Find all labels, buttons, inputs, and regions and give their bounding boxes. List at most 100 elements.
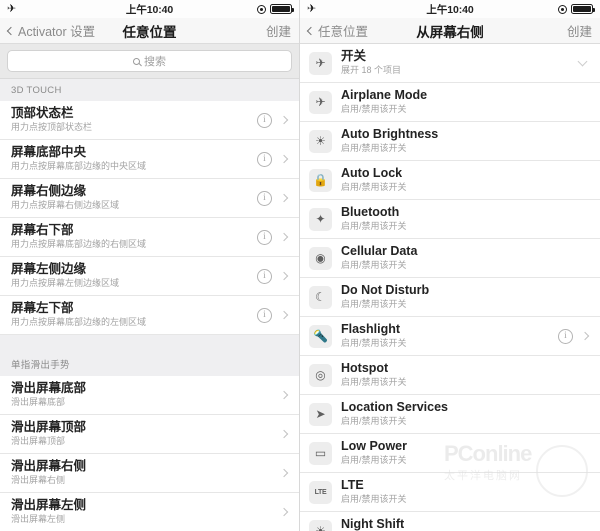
search-input[interactable]: 搜索 [7, 50, 292, 72]
list-item[interactable]: ☀ Night Shift启用/禁用该开关 [300, 512, 600, 531]
moon-icon: ☾ [309, 285, 332, 309]
list-item[interactable]: ◉ Cellular Data 启用/禁用该开关 [300, 239, 600, 278]
list-item-title: Do Not Disturb [341, 282, 430, 297]
list-item[interactable]: 屏幕右下部 用力点按屏幕底部边缘的右侧区域 i [0, 218, 299, 257]
section-gap [0, 335, 299, 351]
battery-icon [270, 4, 294, 14]
status-bar-right-group [523, 4, 595, 14]
list-item-subtitle: 启用/禁用该开关 [341, 143, 407, 154]
lock-icon: 🔒 [309, 168, 332, 192]
list-item[interactable]: ✈ Airplane Mode 启用/禁用该开关 [300, 83, 600, 122]
list-item-subtitle: 启用/禁用该开关 [341, 104, 407, 115]
list-item-subtitle: 滑出屏幕顶部 [11, 436, 66, 447]
list-item-subtitle: 启用/禁用该开关 [341, 221, 407, 232]
list-item[interactable]: 🔒 Auto Lock 启用/禁用该开关 [300, 161, 600, 200]
chevron-left-icon [6, 26, 16, 35]
list-item-title: Night Shift [341, 516, 405, 531]
rotation-lock-icon [558, 4, 567, 14]
list-item-text: 滑出屏幕底部 滑出屏幕底部 [11, 381, 281, 409]
list-item[interactable]: LTE LTE 启用/禁用该开关 [300, 473, 600, 512]
info-icon[interactable]: i [257, 307, 272, 323]
list-item-title: 屏幕左下部 [11, 300, 74, 315]
list-item-subtitle: 启用/禁用该开关 [341, 299, 407, 310]
list-item-text: 滑出屏幕顶部 滑出屏幕顶部 [11, 420, 281, 448]
list-item-subtitle: 启用/禁用该开关 [341, 377, 407, 388]
list-item[interactable]: 顶部状态栏 用力点按顶部状态栏 i [0, 101, 299, 140]
list-item-title: 屏幕底部中央 [11, 144, 87, 159]
brightness-icon: ☀ [309, 129, 332, 153]
list-item[interactable]: 屏幕底部中央 用力点按屏幕底部边缘的中央区域 i [0, 140, 299, 179]
list-item-text: 屏幕右侧边缘 用力点按屏幕右侧边缘区域 [11, 184, 257, 212]
list-item[interactable]: ➤ Location Services 启用/禁用该开关 [300, 395, 600, 434]
chevron-left-icon [306, 26, 316, 35]
list-item[interactable]: 屏幕左侧边缘 用力点按屏幕左侧边缘区域 i [0, 257, 299, 296]
status-bar-left: ✈ 上午10:40 [0, 0, 299, 18]
info-icon[interactable]: i [257, 229, 272, 245]
list-item-subtitle: 滑出屏幕底部 [11, 397, 66, 408]
list-item-text: 屏幕左侧边缘 用力点按屏幕左侧边缘区域 [11, 262, 257, 290]
list-item[interactable]: ✦ Bluetooth 启用/禁用该开关 [300, 200, 600, 239]
list-item-title: Auto Brightness [341, 126, 439, 141]
list-item[interactable]: 滑出屏幕左侧 滑出屏幕左侧 [0, 493, 299, 531]
chevron-down-icon[interactable] [577, 56, 588, 67]
info-icon[interactable]: i [558, 328, 573, 344]
list-item-text: Flashlight 启用/禁用该开关 [341, 322, 558, 350]
list-item[interactable]: 屏幕左下部 用力点按屏幕底部边缘的左侧区域 i [0, 296, 299, 335]
list-item-text: Hotspot 启用/禁用该开关 [341, 361, 573, 389]
right-phone-screen: ✈ 上午10:40 任意位置 从屏幕右侧 创建 ✈ 开关展开 18 个项目 ✈ Air… [300, 0, 600, 531]
status-bar-time: 上午10:40 [125, 3, 174, 16]
info-icon[interactable]: i [257, 268, 272, 284]
list-item-text: Airplane Mode 启用/禁用该开关 [341, 88, 573, 116]
chevron-right-icon [279, 310, 289, 320]
search-icon [133, 57, 140, 65]
status-bar-time: 上午10:40 [426, 3, 474, 16]
info-icon[interactable]: i [257, 190, 272, 206]
list-item-subtitle: 用力点按屏幕左侧边缘区域 [11, 278, 120, 289]
list-item[interactable]: ✈ 开关展开 18 个项目 [300, 44, 600, 83]
list-item-subtitle: 启用/禁用该开关 [341, 338, 407, 349]
nav-bar-right: 任意位置 从屏幕右侧 创建 [300, 18, 600, 44]
switch-action-list[interactable]: ✈ 开关展开 18 个项目 ✈ Airplane Mode 启用/禁用该开关 ☀ Auto … [300, 44, 600, 531]
list-item[interactable]: 屏幕右侧边缘 用力点按屏幕右侧边缘区域 i [0, 179, 299, 218]
list-item[interactable]: 滑出屏幕右侧 滑出屏幕右侧 [0, 454, 299, 493]
list-item-title: Auto Lock [341, 165, 403, 180]
airplane-icon: ✈ [309, 51, 332, 75]
list-item-title: 滑出屏幕左侧 [11, 497, 87, 512]
list-item[interactable]: 滑出屏幕顶部 滑出屏幕顶部 [0, 415, 299, 454]
airplane-icon: ✈ [307, 2, 317, 15]
list-item-title: Hotspot [341, 360, 389, 375]
list-item-title: 开关 [341, 48, 367, 63]
info-icon[interactable]: i [257, 112, 272, 128]
list-item-subtitle: 启用/禁用该开关 [341, 455, 407, 466]
list-item[interactable]: 🔦 Flashlight 启用/禁用该开关 i [300, 317, 600, 356]
list-item[interactable]: ☀ Auto Brightness 启用/禁用该开关 [300, 122, 600, 161]
hotspot-icon: ◎ [309, 363, 332, 387]
chevron-right-icon [279, 232, 289, 242]
back-button[interactable]: 任意位置 [306, 21, 368, 40]
create-button[interactable]: 创建 [567, 21, 592, 40]
list-item-subtitle: 滑出屏幕右侧 [11, 475, 66, 486]
create-button[interactable]: 创建 [266, 21, 291, 40]
airplane-icon: ✈ [309, 90, 332, 114]
list-item-title: 滑出屏幕顶部 [11, 419, 87, 434]
gesture-list[interactable]: 3D TOUCH 顶部状态栏 用力点按顶部状态栏 i 屏幕底部中央 用力点按屏幕底部边缘的… [0, 79, 299, 531]
list-item-title: LTE [341, 477, 364, 492]
list-item-title: 顶部状态栏 [11, 105, 74, 120]
list-item-text: 屏幕右下部 用力点按屏幕底部边缘的右侧区域 [11, 223, 257, 251]
search-placeholder: 搜索 [144, 56, 166, 68]
list-item[interactable]: 滑出屏幕底部 滑出屏幕底部 [0, 376, 299, 415]
list-item-text: Auto Brightness 启用/禁用该开关 [341, 127, 573, 155]
airplane-icon: ✈ [7, 2, 17, 15]
list-item-subtitle: 展开 18 个项目 [341, 65, 402, 76]
search-bar-container: 搜索 [0, 44, 299, 79]
list-item-text: Do Not Disturb 启用/禁用该开关 [341, 283, 573, 311]
flashlight-icon: 🔦 [309, 324, 332, 348]
chevron-right-icon [279, 468, 289, 478]
info-icon[interactable]: i [257, 151, 272, 167]
chevron-right-icon [580, 331, 590, 341]
list-item-subtitle: 启用/禁用该开关 [341, 416, 407, 427]
list-item[interactable]: ◎ Hotspot 启用/禁用该开关 [300, 356, 600, 395]
list-item[interactable]: ▭ Low Power 启用/禁用该开关 [300, 434, 600, 473]
list-item[interactable]: ☾ Do Not Disturb 启用/禁用该开关 [300, 278, 600, 317]
back-button[interactable]: Activator 设置 [6, 21, 95, 40]
